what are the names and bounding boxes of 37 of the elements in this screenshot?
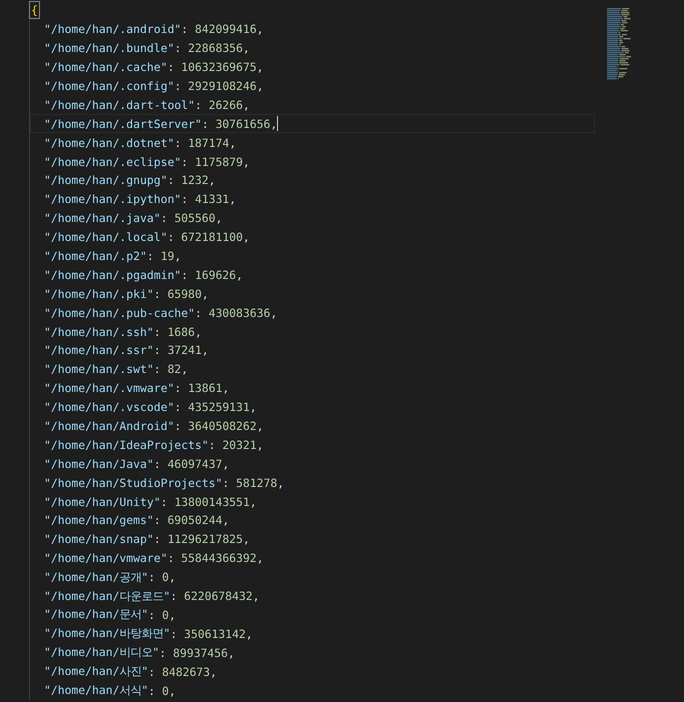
code-line: "/home/han/.eclipse": 1175879, [43, 154, 251, 171]
code-line: "/home/han/.vmware": 13861, [43, 380, 230, 398]
code-line: "/home/han/.swt": 82, [43, 361, 190, 378]
code-line: "/home/han/Unity": 13800143551, [43, 494, 258, 511]
code-line: "/home/han/.dart-tool": 26266, [43, 96, 251, 114]
code-line: "/home/han/사진": 8482673, [43, 663, 218, 681]
code-line: "/home/han/공개": 0, [43, 568, 177, 586]
text-cursor [277, 116, 278, 132]
code-line: "/home/han/Java": 46097437, [43, 456, 230, 473]
code-line: "/home/han/.java": 505560, [43, 210, 224, 228]
code-line: "/home/han/.ssh": 1686, [43, 324, 203, 341]
code-line: "/home/han/StudioProjects": 581278, [43, 474, 286, 492]
code-line: "/home/han/.cache": 10632369675, [43, 59, 264, 76]
code-line: "/home/han/Android": 3640508262, [43, 418, 264, 436]
code-line: "/home/han/vmware": 55844366392, [43, 550, 264, 568]
code-line: "/home/han/.dotnet": 187174, [43, 134, 238, 152]
code-line: "/home/han/.ipython": 41331, [43, 191, 238, 208]
code-line: "/home/han/.p2": 19, [43, 248, 182, 266]
code-line: "/home/han/비디오": 89937456, [43, 644, 236, 662]
code-line: "/home/han/.local": 672181100, [43, 229, 251, 246]
code-line: "/home/han/.pgadmin": 169626, [43, 266, 244, 284]
code-line: "/home/han/.pki": 65980, [43, 286, 210, 303]
code-line: "/home/han/.pub-cache": 430083636, [43, 304, 278, 322]
code-line: "/home/han/.vscode": 435259131, [43, 399, 258, 416]
code-line: "/home/han/gems": 69050244, [43, 512, 230, 530]
code-line: "/home/han/snap": 11296217825, [43, 531, 251, 548]
code-line: "/home/han/.config": 2929108246, [43, 78, 264, 95]
code-line: "/home/han/바탕화면": 350613142, [43, 625, 254, 643]
code-line: "/home/han/IdeaProjects": 20321, [43, 436, 264, 454]
code-line: "/home/han/.android": 842099416, [43, 21, 264, 38]
code-line: "/home/han/서식": 0, [43, 682, 177, 700]
code-line: "/home/han/다운로드": 6220678432, [43, 588, 260, 606]
open-brace: { [29, 1, 40, 20]
code-line: "/home/han/.gnupg": 1232, [43, 172, 216, 190]
code-line: "/home/han/.bundle": 22868356, [43, 40, 251, 58]
code-line: "/home/han/문서": 0, [43, 606, 177, 624]
code-line: "/home/han/.ssr": 37241, [43, 342, 210, 360]
